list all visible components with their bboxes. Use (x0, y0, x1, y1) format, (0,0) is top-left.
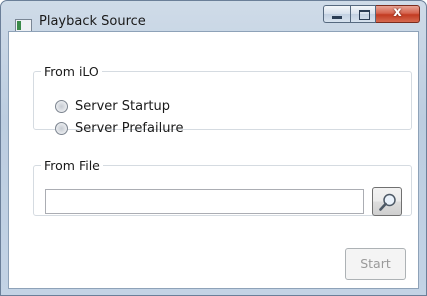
server-prefailure-option[interactable]: Server Prefailure (55, 121, 184, 136)
start-button[interactable]: Start (345, 248, 406, 280)
from-file-group: From File (33, 158, 412, 216)
maximize-button[interactable] (350, 5, 376, 23)
from-ilo-group: From iLO Server Startup Server Prefailur… (33, 64, 412, 136)
from-file-label: From File (44, 158, 100, 173)
minimize-icon (332, 16, 342, 19)
close-icon: x (393, 5, 402, 20)
window-title: Playback Source (39, 14, 146, 29)
dialog-content: From iLO Server Startup Server Prefailur… (8, 31, 419, 289)
server-startup-option[interactable]: Server Startup (55, 99, 170, 114)
server-prefailure-radio[interactable] (55, 122, 68, 135)
magnifier-icon (379, 193, 396, 211)
maximize-icon (359, 10, 370, 20)
close-button[interactable]: x (376, 5, 420, 23)
from-ilo-label: From iLO (44, 64, 99, 79)
server-prefailure-label: Server Prefailure (75, 121, 184, 136)
server-startup-radio[interactable] (55, 100, 68, 113)
browse-button[interactable] (372, 187, 402, 216)
title-bar[interactable]: Playback Source x (1, 1, 426, 32)
server-startup-label: Server Startup (75, 99, 171, 114)
caption-buttons: x (323, 5, 420, 23)
minimize-button[interactable] (323, 5, 350, 23)
file-path-input[interactable] (45, 189, 364, 214)
dialog-window: Playback Source x From iLO Server Startu… (0, 0, 427, 296)
